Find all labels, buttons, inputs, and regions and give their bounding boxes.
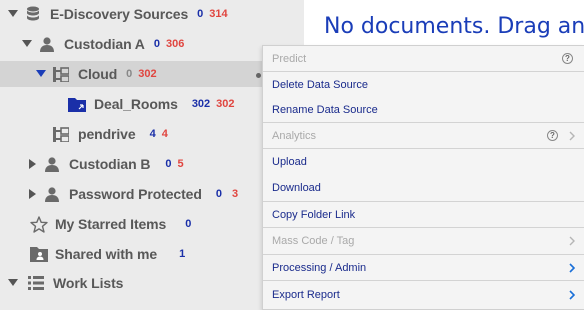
menu-item-label: Predict [272,52,307,65]
shared-folder-icon [68,95,86,113]
expand-arrow-icon[interactable] [8,278,18,288]
menu-item-label: Analytics [272,129,317,142]
tree-item-shared-with-me[interactable]: Shared with me 1 [0,241,185,267]
total-count: 302 [216,98,235,110]
tree-item-deal-rooms[interactable]: Deal_Rooms 302 302 [0,91,235,117]
folder-tree-icon [52,125,70,143]
tree-item-pendrive[interactable]: pendrive 4 4 [0,121,168,147]
help-icon[interactable]: ? [547,130,558,141]
tree-item-custodian-a[interactable]: Custodian A 0 306 [0,31,184,57]
menu-item-label: Mass Code / Tag [272,235,355,247]
menu-item-copy-folder-link[interactable]: Copy Folder Link [263,202,584,227]
chevron-right-icon [569,262,575,273]
document-count: 0 [153,38,160,50]
menu-item-delete-data-source[interactable]: Delete Data Source [263,72,584,97]
document-count: 1 [179,248,186,260]
drag-handle-dot [256,73,261,78]
folder-tree-icon [52,65,70,83]
person-icon [38,35,56,53]
total-count: 306 [165,38,185,50]
star-icon [29,215,49,233]
document-count: 0 [197,8,204,20]
tree-item-label: Cloud [78,66,118,82]
expand-arrow-icon[interactable] [27,159,37,169]
tree-item-work-lists[interactable]: Work Lists [0,270,123,296]
menu-item-label: Export Report [272,289,340,301]
tree-item-cloud[interactable]: Cloud 0 302 [0,61,262,87]
menu-item-label: Processing / Admin [272,261,367,274]
person-icon [43,155,61,173]
tree-item-label: Shared with me [55,246,158,262]
document-count: 0 [185,218,192,230]
menu-item-label: Delete Data Source [272,78,368,91]
total-count: 4 [161,128,168,140]
navigation-tree: E-Discovery Sources 0 314 Custodian A 0 … [0,0,304,310]
tree-item-label: Password Protected [69,186,202,202]
expand-arrow-icon[interactable] [8,9,18,19]
tree-item-ediscovery-sources[interactable]: E-Discovery Sources 0 314 [0,1,228,27]
tree-item-label: pendrive [78,126,136,142]
tree-item-label: My Starred Items [55,216,167,232]
menu-item-processing-admin[interactable]: Processing / Admin [263,255,584,280]
person-icon [43,185,61,203]
document-count: 0 [215,188,222,200]
document-count: 302 [191,98,211,110]
help-icon[interactable]: ? [562,53,573,64]
chevron-right-icon [569,290,575,300]
menu-item-predict[interactable]: Predict ? [263,46,584,71]
menu-item-label: Rename Data Source [272,103,378,116]
chevron-right-icon [569,131,575,141]
empty-state-message: No documents. Drag and [324,14,584,39]
menu-item-export-report[interactable]: Export Report [263,281,584,309]
tree-item-label: E-Discovery Sources [50,6,189,22]
document-count: 4 [149,128,156,140]
tree-item-label: Custodian A [64,36,145,52]
menu-item-analytics[interactable]: Analytics ? [263,123,584,148]
menu-item-label: Copy Folder Link [272,208,356,221]
context-menu: Predict ? Delete Data Source Rename Data… [262,45,584,310]
tree-item-starred[interactable]: My Starred Items 0 [0,211,191,237]
expand-arrow-icon[interactable] [36,69,46,79]
menu-item-rename-data-source[interactable]: Rename Data Source [263,97,584,122]
expand-arrow-icon[interactable] [22,39,32,49]
tree-item-custodian-b[interactable]: Custodian B 0 5 [0,151,184,177]
expand-arrow-icon[interactable] [27,189,37,199]
total-count: 302 [138,68,157,80]
chevron-right-icon [569,236,575,246]
total-count: 5 [177,158,184,170]
database-icon [24,5,42,23]
menu-item-upload[interactable]: Upload [263,149,584,175]
tree-item-label: Custodian B [69,156,151,172]
shared-folder-icon [29,245,49,263]
total-count: 314 [209,8,228,20]
menu-item-mass-code-tag[interactable]: Mass Code / Tag [263,228,584,254]
menu-item-label: Download [272,181,321,194]
total-count: 3 [231,188,239,200]
tree-item-label: Work Lists [53,275,124,291]
document-count: 0 [126,68,133,80]
list-icon [27,274,45,292]
menu-item-label: Upload [272,156,307,168]
tree-item-label: Deal_Rooms [94,96,178,112]
document-count: 0 [165,158,172,170]
tree-item-password-protected[interactable]: Password Protected 0 3 [0,181,238,207]
menu-item-download[interactable]: Download [263,175,584,200]
